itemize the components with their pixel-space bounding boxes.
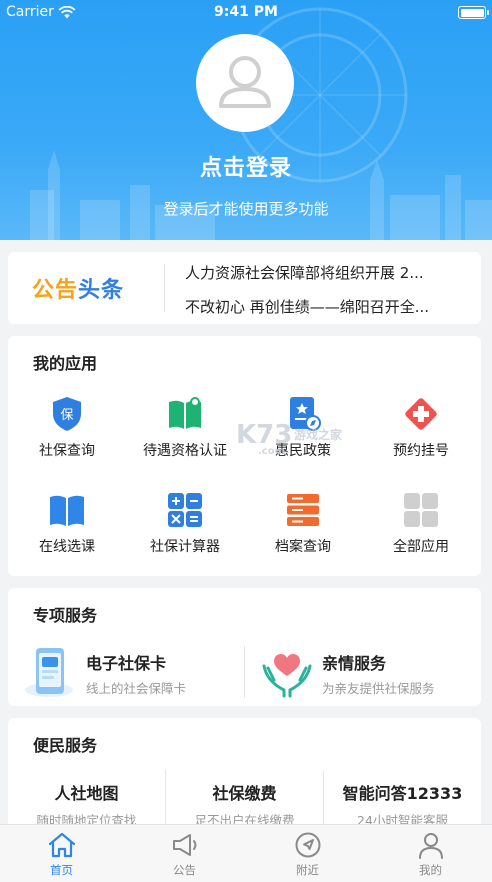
tab-nearby[interactable]: 附近 [246,831,369,878]
tab-home[interactable]: 首页 [0,831,123,878]
hands-heart-icon [262,654,312,698]
announcement-logo: 公告头条 [32,272,152,304]
archive-icon [287,494,319,526]
header-banner: Carrier 9:41 PM 点击登录 登录后才能使用更多功能 [0,0,492,240]
app-label: 档案查询 [275,539,331,555]
app-label: 社保查询 [39,443,95,459]
medical-cross-icon [405,398,437,430]
tab-label: 我的 [419,863,442,877]
service-title: 人社地图 [54,784,119,803]
compass-icon [295,832,320,858]
app-label: 在线选课 [39,539,95,555]
phone-card-icon [25,648,73,697]
news-item[interactable]: 不改初心 再创佳绩——绵阳召开全... [185,296,467,317]
tab-announcements[interactable]: 公告 [123,831,246,878]
status-time: 9:41 PM [214,4,278,20]
app-appointment[interactable]: 预约挂号 [362,394,480,460]
app-label: 社保计算器 [150,539,220,555]
status-bar: Carrier 9:41 PM [0,0,492,26]
watermark-url: .com [258,446,286,457]
app-archive-query[interactable]: 档案查询 [244,490,362,556]
section-title-special-services: 专项服务 [33,606,98,625]
tab-label: 附近 [296,863,319,877]
announcement-card[interactable]: 公告头条 人力资源社会保障部将组织开展 2... 不改初心 再创佳绩——绵阳召开… [8,252,481,324]
app-label: 全部应用 [393,539,449,555]
book-badge-icon [169,397,201,429]
login-button[interactable]: 点击登录 [0,150,492,182]
logo-text-part1: 公告 [32,278,79,303]
service-title: 亲情服务 [322,654,387,673]
service-family[interactable]: 亲情服务 为亲友提供社保服务 [260,644,472,700]
tab-label: 公告 [173,863,196,877]
battery-icon [458,6,489,19]
service-subtitle: 为亲友提供社保服务 [322,681,435,696]
shield-bao-icon: 保 [53,397,81,431]
calculator-icon [168,493,202,527]
service-title: 电子社保卡 [86,654,167,673]
app-label: 待遇资格认证 [143,443,227,459]
app-all-apps[interactable]: 全部应用 [362,490,480,556]
news-item[interactable]: 人力资源社会保障部将组织开展 2... [185,262,467,283]
megaphone-icon [172,834,196,856]
bottom-tab-bar: 首页 公告 附近 我的 [0,824,492,882]
service-e-card[interactable]: 电子社保卡 线上的社会保障卡 [22,644,244,700]
avatar[interactable] [196,34,294,132]
watermark-text: 游戏之家 [294,428,343,442]
person-icon [418,833,443,859]
divider [244,646,245,698]
service-title: 智能问答12333 [342,784,463,803]
home-icon [48,832,75,858]
app-social-security-query[interactable]: 保 社保查询 [8,394,126,460]
service-title: 社保缴费 [212,784,277,803]
service-subtitle: 线上的社会保障卡 [86,681,187,696]
app-label: 预约挂号 [393,443,449,459]
tab-label: 首页 [50,863,73,877]
grid-icon [404,493,438,527]
logo-text-part2: 头条 [78,278,125,303]
convenience-services-card: 便民服务 人社地图 随时随地定位查找 社保缴费 足不出户在线缴费 智能问答123… [8,718,481,838]
section-title-convenience: 便民服务 [33,736,98,755]
section-title-my-apps: 我的应用 [33,354,98,373]
login-subtitle: 登录后才能使用更多功能 [163,200,329,218]
special-services-card: 专项服务 电子社保卡 线上的社会保障卡 亲情服务 为亲友提供社保服务 [8,588,481,706]
open-book-icon [50,495,84,526]
my-apps-card: 我的应用 保 社保查询 待遇资格认证 惠民政策 预约挂号 在线选课 社保计算器 … [8,336,481,576]
watermark: K73 游戏之家 .com [236,420,342,457]
user-avatar-icon [219,56,271,108]
tab-mine[interactable]: 我的 [369,831,492,878]
app-benefit-certification[interactable]: 待遇资格认证 [126,394,244,460]
app-online-course[interactable]: 在线选课 [8,490,126,556]
svg-text:保: 保 [60,408,73,423]
divider [164,264,165,312]
app-calculator[interactable]: 社保计算器 [126,490,244,556]
